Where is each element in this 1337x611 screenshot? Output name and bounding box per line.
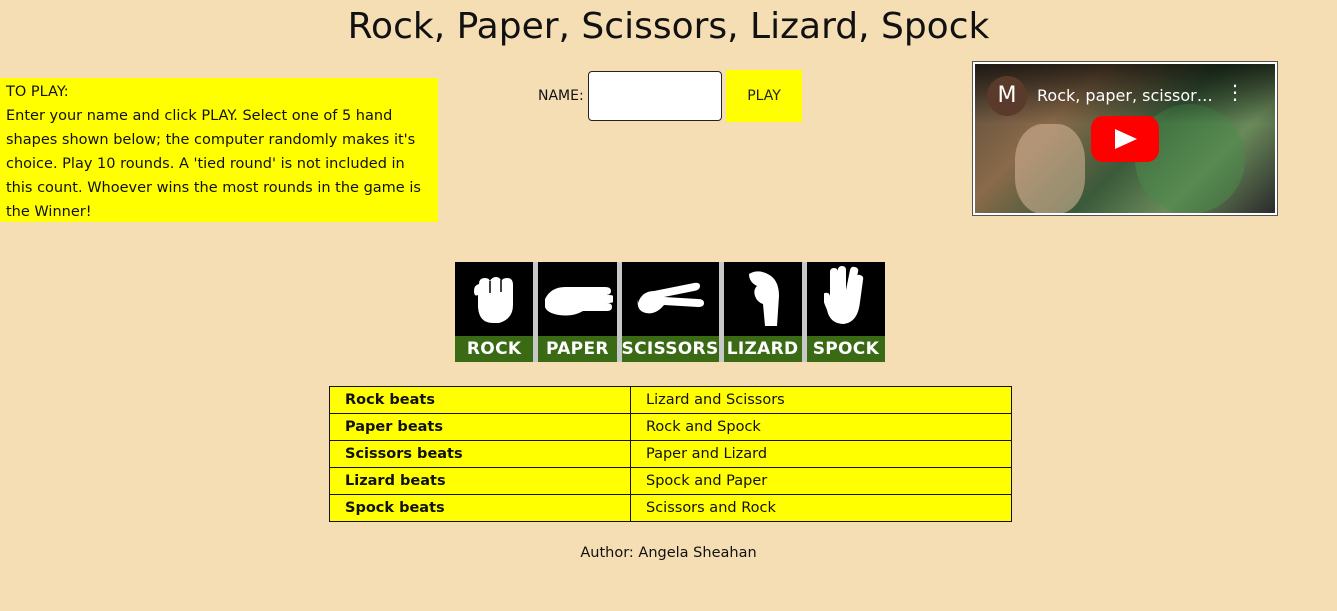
rule-beats: Scissors and Rock <box>630 494 1012 522</box>
hand-choices: ROCK PAPER SCISSORS LIZARD SPOCK <box>455 262 886 362</box>
rule-beats: Paper and Lizard <box>630 440 1012 468</box>
video-title[interactable]: Rock, paper, scissor… <box>1037 86 1217 105</box>
rule-beats: Rock and Spock <box>630 413 1012 441</box>
instructions-body: Enter your name and click PLAY. Select o… <box>6 108 421 220</box>
channel-avatar[interactable]: M <box>987 76 1027 116</box>
name-input[interactable] <box>588 71 722 121</box>
table-row: Spock beats Scissors and Rock <box>329 494 1012 522</box>
choice-label: PAPER <box>538 336 617 362</box>
choice-label: LIZARD <box>723 336 802 362</box>
table-row: Lizard beats Spock and Paper <box>329 467 1012 495</box>
name-label: NAME: <box>538 88 584 104</box>
choice-label: SCISSORS <box>621 336 719 362</box>
choice-paper[interactable]: PAPER <box>538 262 617 362</box>
page-title: Rock, Paper, Scissors, Lizard, Spock <box>347 6 990 47</box>
open-hand-icon <box>545 287 614 316</box>
author-credit: Author: Angela Sheahan <box>580 545 757 561</box>
choice-spock[interactable]: SPOCK <box>806 262 886 362</box>
more-vert-icon[interactable]: ⋮ <box>1225 82 1245 102</box>
table-row: Rock beats Lizard and Scissors <box>329 386 1012 414</box>
choice-rock[interactable]: ROCK <box>455 262 534 362</box>
table-row: Scissors beats Paper and Lizard <box>329 440 1012 468</box>
choice-lizard[interactable]: LIZARD <box>723 262 802 362</box>
choice-label: ROCK <box>455 336 534 362</box>
vulcan-salute-icon <box>823 266 864 324</box>
instructions-panel: TO PLAY: Enter your name and click PLAY.… <box>0 78 438 222</box>
play-button[interactable]: PLAY <box>726 70 802 122</box>
choice-scissors[interactable]: SCISSORS <box>621 262 719 362</box>
choice-label: SPOCK <box>806 336 886 362</box>
rule-winner: Paper beats <box>329 413 631 441</box>
rule-beats: Lizard and Scissors <box>630 386 1012 414</box>
instructions-heading: TO PLAY: <box>6 84 69 100</box>
video-thumbnail-figure <box>1015 124 1085 213</box>
rule-winner: Spock beats <box>329 494 631 522</box>
rules-table: Rock beats Lizard and Scissors Paper bea… <box>329 386 1012 522</box>
table-row: Paper beats Rock and Spock <box>329 413 1012 441</box>
video-embed[interactable]: M Rock, paper, scissor… ⋮ <box>972 61 1278 216</box>
rule-beats: Spock and Paper <box>630 467 1012 495</box>
rule-winner: Rock beats <box>329 386 631 414</box>
rule-winner: Lizard beats <box>329 467 631 495</box>
fist-icon <box>474 277 514 323</box>
scissors-hand-icon <box>637 282 705 314</box>
youtube-play-icon[interactable] <box>1091 116 1159 162</box>
lizard-hand-icon <box>748 271 779 326</box>
rule-winner: Scissors beats <box>329 440 631 468</box>
